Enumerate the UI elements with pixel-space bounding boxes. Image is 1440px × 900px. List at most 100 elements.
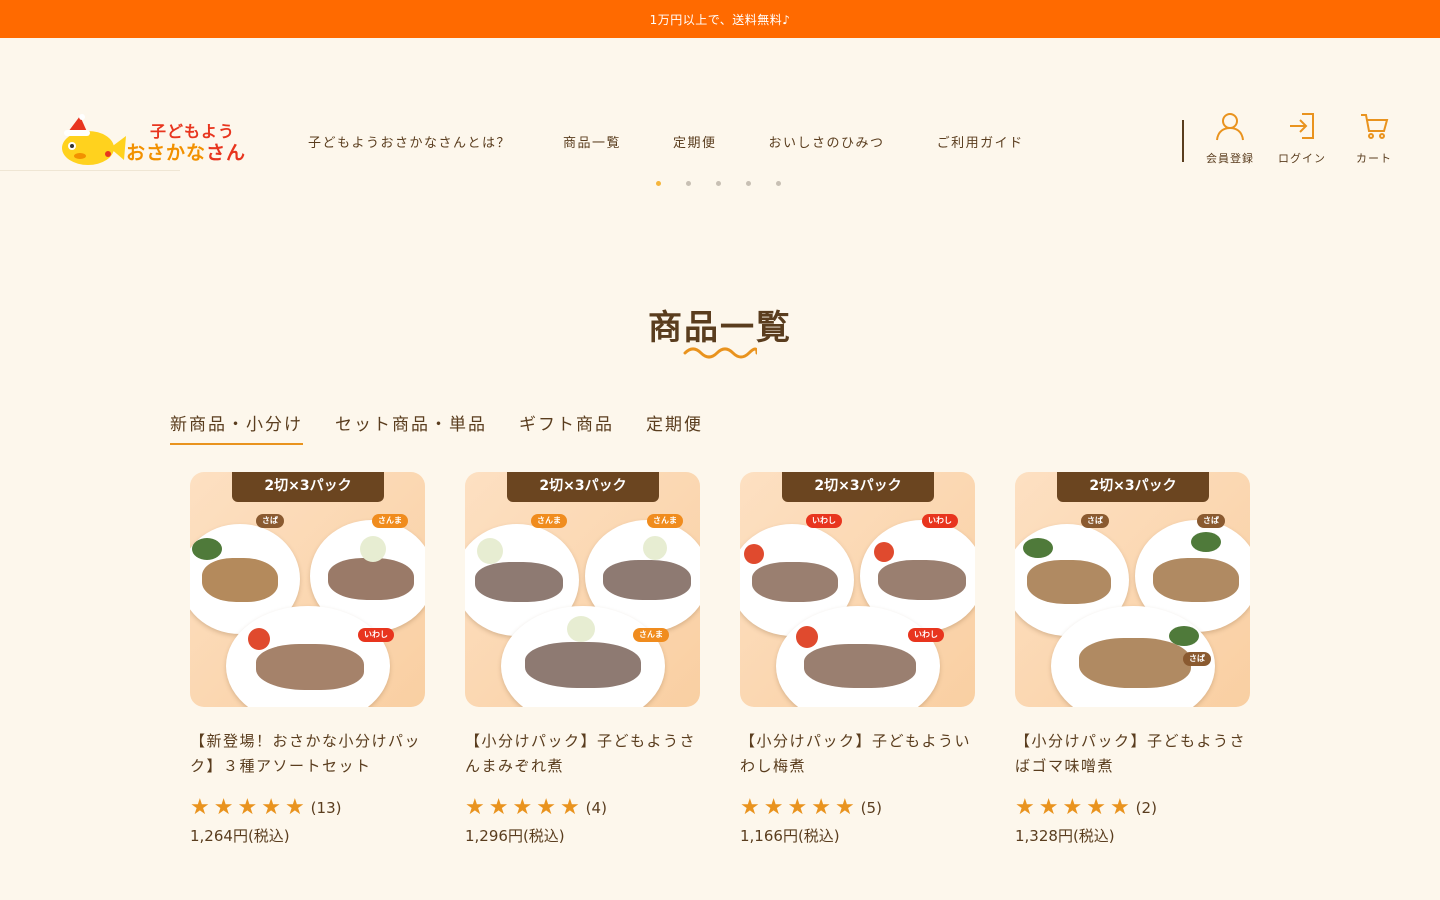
fish-tag: さんま [647, 514, 683, 528]
product-image[interactable]: 2切×3パック さば さば さば [1015, 472, 1250, 707]
nav-subscription[interactable]: 定期便 [673, 132, 717, 151]
fish-tag: いわし [806, 514, 842, 528]
garnish [1169, 626, 1199, 646]
star-icon: ★ [834, 795, 855, 820]
header-underline [0, 170, 180, 171]
star-icon: ★ [1015, 795, 1035, 820]
product-card[interactable]: 2切×3パック さば さんま いわし 【新登場！おさかな小分けパック】３種アソー… [190, 472, 425, 846]
product-price: 1,264円(税込) [190, 827, 290, 845]
product-image[interactable]: 2切×3パック さば さんま いわし [190, 472, 425, 707]
review-count: (5) [860, 799, 882, 817]
fish [202, 558, 278, 602]
product-card[interactable]: 2切×3パック いわし いわし いわし 【小分けパック】子どもよういわし梅煮 ★… [740, 472, 975, 846]
wave-decoration-icon [683, 347, 757, 359]
fish-tag: さば [256, 514, 284, 528]
garnish [874, 542, 894, 562]
nav-secret[interactable]: おいしさのひみつ [769, 132, 885, 151]
fish [1027, 560, 1111, 604]
fish [752, 562, 838, 602]
cart-label: カート [1356, 152, 1392, 165]
tab-gift[interactable]: ギフト商品 [519, 410, 614, 445]
fish-mascot-icon [62, 114, 126, 165]
star-icon: ★ [465, 795, 485, 820]
product-rating: ★ ★ ★ ★ ★ (5) [740, 797, 975, 819]
product-name[interactable]: 【小分けパック】子どもよういわし梅煮 [740, 729, 975, 779]
site-header: 子どもよう おさかなさん 子どもようおさかなさんとは？ 商品一覧 定期便 おいし… [0, 38, 1440, 170]
star-icon: ★ [740, 795, 760, 820]
pack-badge: 2切×3パック [232, 472, 384, 502]
user-icon [1216, 113, 1244, 141]
pack-badge: 2切×3パック [782, 472, 934, 502]
fish-tag: いわし [358, 628, 394, 642]
product-name[interactable]: 【新登場！おさかな小分けパック】３種アソートセット [190, 729, 425, 779]
nav-products[interactable]: 商品一覧 [563, 132, 621, 151]
product-image[interactable]: 2切×3パック いわし いわし いわし [740, 472, 975, 707]
register-button[interactable]: 会員登録 [1198, 110, 1262, 166]
garnish [360, 536, 386, 562]
star-icon: ★ [811, 795, 831, 820]
pack-badge: 2切×3パック [1057, 472, 1209, 502]
header-divider [1182, 120, 1184, 162]
product-price: 1,328円(税込) [1015, 827, 1115, 845]
product-rating: ★ ★ ★ ★ ★ (13) [190, 797, 425, 819]
tab-subscription[interactable]: 定期便 [646, 410, 703, 445]
carousel-dot-4[interactable] [746, 181, 751, 186]
fish-tag: さば [1183, 652, 1211, 666]
product-price: 1,166円(税込) [740, 827, 840, 845]
star-icon: ★ [1038, 795, 1059, 820]
star-icon: ★ [1062, 795, 1083, 820]
login-button[interactable]: ログイン [1270, 110, 1334, 166]
product-image[interactable]: 2切×3パック さんま さんま さんま [465, 472, 700, 707]
announcement-text: 1万円以上で、送料無料♪ [649, 12, 791, 27]
fish-tag: いわし [908, 628, 944, 642]
cart-button[interactable]: カート [1342, 110, 1406, 166]
fish [1153, 558, 1239, 602]
product-rating: ★ ★ ★ ★ ★ (4) [465, 797, 700, 819]
nav-about[interactable]: 子どもようおさかなさんとは？ [308, 132, 511, 151]
fish [525, 642, 641, 688]
fish [256, 644, 364, 690]
fish [328, 558, 414, 600]
product-name[interactable]: 【小分けパック】子どもようさんまみぞれ煮 [465, 729, 700, 779]
pack-badge: 2切×3パック [507, 472, 659, 502]
logo-text-bottom-b: さん [206, 142, 247, 164]
fish [1079, 638, 1191, 688]
star-icon: ★ [559, 795, 580, 820]
carousel-dot-2[interactable] [686, 181, 691, 186]
logo-text-bottom-a: おさかな [126, 142, 207, 164]
star-icon: ★ [237, 795, 258, 820]
site-logo[interactable]: 子どもよう おさかなさん [58, 114, 250, 170]
tab-new[interactable]: 新商品・小分け [170, 410, 303, 445]
product-name[interactable]: 【小分けパック】子どもようさばゴマ味噌煮 [1015, 729, 1250, 779]
star-icon: ★ [213, 795, 234, 820]
review-count: (13) [310, 799, 342, 817]
fish-tag: さば [1081, 514, 1109, 528]
star-icon: ★ [488, 795, 509, 820]
login-icon [1290, 113, 1314, 139]
garnish [643, 536, 667, 560]
garnish [477, 538, 503, 564]
carousel-dot-1[interactable] [656, 181, 661, 186]
review-count: (2) [1135, 799, 1157, 817]
star-icon: ★ [1086, 795, 1106, 820]
garnish [1191, 532, 1221, 552]
product-rating: ★ ★ ★ ★ ★ (2) [1015, 797, 1250, 819]
fish-tag: いわし [922, 514, 958, 528]
carousel-dots [656, 181, 806, 186]
cart-icon [1361, 114, 1389, 139]
product-card[interactable]: 2切×3パック さんま さんま さんま 【小分けパック】子どもようさんまみぞれ煮… [465, 472, 700, 846]
login-label: ログイン [1278, 152, 1326, 165]
fish-tag: さば [1197, 514, 1225, 528]
garnish [1023, 538, 1053, 558]
product-price: 1,296円(税込) [465, 827, 565, 845]
fish [603, 560, 691, 600]
garnish [744, 544, 764, 564]
tab-set[interactable]: セット商品・単品 [335, 410, 487, 445]
product-card[interactable]: 2切×3パック さば さば さば 【小分けパック】子どもようさばゴマ味噌煮 ★ ★… [1015, 472, 1250, 846]
star-icon: ★ [763, 795, 784, 820]
carousel-dot-5[interactable] [776, 181, 781, 186]
carousel-dot-3[interactable] [716, 181, 721, 186]
nav-guide[interactable]: ご利用ガイド [937, 132, 1024, 151]
product-grid: 2切×3パック さば さんま いわし 【新登場！おさかな小分けパック】３種アソー… [190, 472, 1290, 846]
fish-tag: さんま [531, 514, 567, 528]
